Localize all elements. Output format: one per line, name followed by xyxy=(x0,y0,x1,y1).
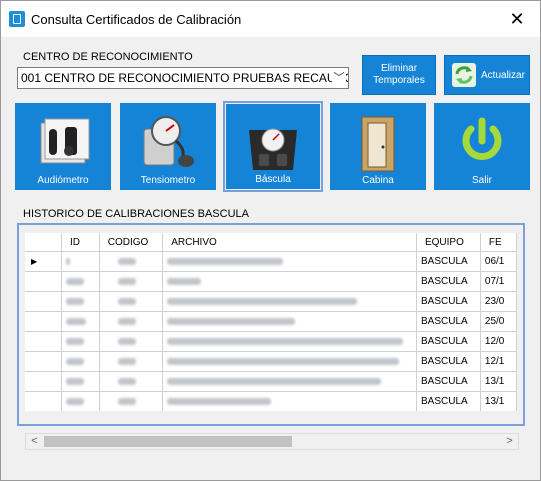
col-id[interactable]: ID xyxy=(61,233,100,252)
chevron-down-icon[interactable]: ﹀ xyxy=(332,68,346,88)
cell-id xyxy=(61,371,100,392)
row-header[interactable] xyxy=(25,331,62,352)
cell-equipo: BASCULA xyxy=(416,331,481,352)
equipment-tiles: Audiómetro Tensiometro Báscula Cabina Sa… xyxy=(15,101,530,192)
tile-tensiometro[interactable]: Tensiometro xyxy=(120,103,216,190)
cell-id xyxy=(61,251,100,272)
centro-label: CENTRO DE RECONOCIMIENTO xyxy=(23,51,193,63)
col-equipo[interactable]: EQUIPO xyxy=(416,233,481,252)
cell-fecha: 12/1 xyxy=(480,351,517,372)
actualizar-label: Actualizar xyxy=(481,69,525,81)
tile-bascula-label: Báscula xyxy=(255,174,291,185)
cell-id xyxy=(61,311,100,332)
cell-fecha: 13/1 xyxy=(480,391,517,411)
cell-equipo: BASCULA xyxy=(416,251,481,272)
app-icon xyxy=(9,11,25,27)
eliminar-temporales-button[interactable]: Eliminar Temporales xyxy=(362,55,436,95)
cell-archivo xyxy=(162,291,417,312)
tile-audiometro[interactable]: Audiómetro xyxy=(15,103,111,190)
cell-fecha: 25/0 xyxy=(480,311,517,332)
row-header[interactable] xyxy=(25,311,62,332)
cell-equipo: BASCULA xyxy=(416,291,481,312)
historico-grid[interactable]: ID CODIGO ARCHIVO EQUIPO FE ▶ BASCULA 06… xyxy=(25,233,517,411)
tile-salir-label: Salir xyxy=(471,175,492,186)
centro-select[interactable]: 001 CENTRO DE RECONOCIMIENTO PRUEBAS REC… xyxy=(17,67,349,89)
tile-audiometro-label: Audiómetro xyxy=(37,175,89,186)
col-archivo[interactable]: ARCHIVO xyxy=(162,233,417,252)
row-header[interactable] xyxy=(25,391,62,411)
cell-codigo xyxy=(99,291,164,312)
row-header[interactable] xyxy=(25,271,62,292)
headphones-icon xyxy=(35,115,91,172)
horizontal-scrollbar[interactable]: < > xyxy=(25,433,519,450)
cell-codigo xyxy=(99,311,164,332)
close-button[interactable]: ✕ xyxy=(494,1,540,37)
table-row[interactable]: BASCULA 23/0 xyxy=(25,291,517,312)
table-row[interactable]: BASCULA 12/0 xyxy=(25,331,517,352)
cell-archivo xyxy=(162,311,417,332)
cell-fecha: 12/0 xyxy=(480,331,517,352)
power-icon xyxy=(457,115,507,174)
cell-archivo xyxy=(162,351,417,372)
cell-id xyxy=(61,351,100,372)
scroll-thumb[interactable] xyxy=(44,436,292,447)
tile-cabina[interactable]: Cabina xyxy=(330,103,426,190)
cell-archivo xyxy=(162,391,417,411)
row-header[interactable] xyxy=(25,291,62,312)
col-codigo[interactable]: CODIGO xyxy=(99,233,164,252)
cell-fecha: 06/1 xyxy=(480,251,517,272)
cell-fecha: 07/1 xyxy=(480,271,517,292)
cell-codigo xyxy=(99,371,164,392)
cell-archivo xyxy=(162,271,417,292)
actualizar-button[interactable]: Actualizar xyxy=(444,55,530,95)
centro-select-value: 001 CENTRO DE RECONOCIMIENTO PRUEBAS REC… xyxy=(21,71,349,85)
table-row[interactable]: BASCULA 07/1 xyxy=(25,271,517,292)
tile-cabina-label: Cabina xyxy=(362,175,394,186)
row-header[interactable] xyxy=(25,371,62,392)
cell-equipo: BASCULA xyxy=(416,371,481,392)
table-row[interactable]: BASCULA 12/1 xyxy=(25,351,517,372)
cell-archivo xyxy=(162,251,417,272)
cell-id xyxy=(61,331,100,352)
cell-id xyxy=(61,391,100,411)
window-title: Consulta Certificados de Calibración xyxy=(31,12,242,27)
cell-id xyxy=(61,271,100,292)
cell-codigo xyxy=(99,351,164,372)
cell-equipo: BASCULA xyxy=(416,391,481,411)
row-header[interactable]: ▶ xyxy=(25,251,62,272)
blood-pressure-icon xyxy=(136,115,200,176)
table-row[interactable]: BASCULA 13/1 xyxy=(25,391,517,411)
cell-codigo xyxy=(99,331,164,352)
cell-equipo: BASCULA xyxy=(416,351,481,372)
cell-archivo xyxy=(162,371,417,392)
historico-label: HISTORICO DE CALIBRACIONES BASCULA xyxy=(23,208,249,220)
scale-icon xyxy=(243,116,303,179)
table-row[interactable]: ▶ BASCULA 06/1 xyxy=(25,251,517,272)
cell-fecha: 23/0 xyxy=(480,291,517,312)
refresh-icon xyxy=(451,62,477,88)
row-header[interactable] xyxy=(25,351,62,372)
cell-codigo xyxy=(99,391,164,411)
cell-codigo xyxy=(99,251,164,272)
col-fecha[interactable]: FE xyxy=(480,233,517,252)
row-header-corner xyxy=(25,233,62,252)
tile-bascula[interactable]: Báscula xyxy=(223,101,323,192)
cell-archivo xyxy=(162,331,417,352)
cell-equipo: BASCULA xyxy=(416,271,481,292)
cell-id xyxy=(61,291,100,312)
cell-codigo xyxy=(99,271,164,292)
table-row[interactable]: BASCULA 13/1 xyxy=(25,371,517,392)
title-bar: Consulta Certificados de Calibración ✕ xyxy=(1,1,540,37)
cell-equipo: BASCULA xyxy=(416,311,481,332)
scroll-left-icon[interactable]: < xyxy=(26,434,43,449)
scroll-right-icon[interactable]: > xyxy=(501,434,518,449)
booth-icon xyxy=(358,115,398,178)
main-window: Consulta Certificados de Calibración ✕ C… xyxy=(0,0,541,481)
tile-salir[interactable]: Salir xyxy=(434,103,530,190)
tile-tensiometro-label: Tensiometro xyxy=(140,175,196,186)
table-row[interactable]: BASCULA 25/0 xyxy=(25,311,517,332)
cell-fecha: 13/1 xyxy=(480,371,517,392)
